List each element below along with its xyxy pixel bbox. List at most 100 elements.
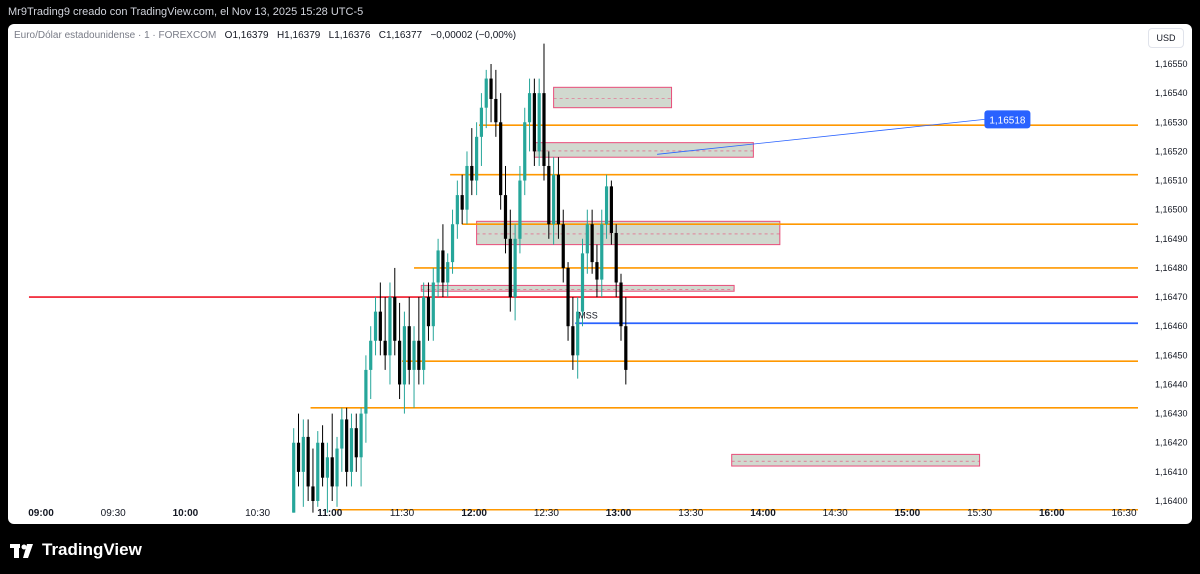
candle-body[interactable] [364,369,368,414]
candle-body[interactable] [609,186,613,233]
candle-body[interactable] [325,457,329,478]
snapshot-caption: Mr9Trading9 creado con TradingView.com, … [8,6,364,18]
y-tick-label: 1,16540 [1155,88,1188,98]
x-tick-label: 11:00 [317,508,342,519]
candle-body[interactable] [397,340,402,385]
candle-body[interactable] [345,419,349,472]
x-tick-label: 13:00 [606,508,632,519]
x-tick-label: 16:00 [1039,508,1065,519]
candle-body[interactable] [542,93,546,166]
tradingview-logo-icon [10,543,36,558]
y-tick-label: 1,16450 [1155,350,1188,360]
x-tick-label: 09:00 [28,508,54,519]
x-tick-label: 11:30 [390,508,415,519]
candle-body[interactable] [494,98,498,123]
candle-body[interactable] [566,267,570,327]
zone-box[interactable] [731,453,981,467]
candle-body[interactable] [484,78,488,108]
candle-body[interactable] [330,457,334,487]
candle-body[interactable] [585,224,589,254]
candle-body[interactable] [378,311,382,341]
candle-body[interactable] [527,93,532,123]
y-tick-label: 1,16490 [1155,234,1188,244]
candle-body[interactable] [306,436,310,487]
candle-body[interactable] [436,250,440,283]
candle-body[interactable] [335,448,339,487]
candle-body[interactable] [523,122,527,181]
candle-body[interactable] [475,136,479,181]
candle-body[interactable] [412,340,416,370]
price-axis[interactable]: 1,16550 1,16540 1,16530 1,16520 1,16510 1,165… [1155,59,1188,506]
candle-body[interactable] [426,297,431,327]
candle-body[interactable] [417,340,421,370]
candle-body[interactable] [292,442,296,513]
candle-body[interactable] [470,165,474,181]
x-tick-label: 13:30 [678,508,703,519]
candle-body[interactable] [561,224,565,268]
y-tick-label: 1,16430 [1155,409,1188,419]
candle-body[interactable] [373,311,378,341]
candle-body[interactable] [460,195,464,210]
zone-box[interactable] [420,284,735,292]
candle-body[interactable] [604,186,609,225]
tradingview-logo[interactable]: TradingView [10,540,142,560]
candle-body[interactable] [600,224,604,280]
candle-body[interactable] [388,297,392,356]
y-tick-label: 1,16530 [1155,117,1188,127]
candle-body[interactable] [422,297,426,370]
candle-body[interactable] [301,436,305,472]
x-tick-label: 12:00 [461,508,487,519]
candle-body[interactable] [340,419,344,449]
candle-body[interactable] [359,413,363,458]
candles-layer [292,43,628,513]
candle-body[interactable] [407,326,411,370]
candle-body[interactable] [446,262,450,283]
mss-label: MSS [578,310,598,320]
candle-body[interactable] [441,250,445,283]
candle-body[interactable] [316,442,320,501]
candle-body[interactable] [513,238,517,298]
x-tick-label: 10:00 [173,508,199,519]
candle-body[interactable] [537,93,541,152]
price-label-text: 1,16518 [989,115,1026,126]
candle-body[interactable] [614,232,618,283]
x-tick-label: 16:30 [1111,508,1136,519]
price-chart[interactable]: MSS1,16518 1,165501,165401,165301,165201… [8,24,1192,524]
candle-body[interactable] [518,180,522,239]
y-tick-label: 1,16550 [1155,59,1188,69]
candle-body[interactable] [393,297,397,341]
candle-body[interactable] [450,224,455,263]
candle-body[interactable] [320,442,325,478]
candle-body[interactable] [354,428,358,458]
candle-body[interactable] [499,122,503,196]
candle-body[interactable] [383,340,387,356]
candle-body[interactable] [595,262,599,280]
candle-body[interactable] [503,195,508,239]
chart-panel[interactable]: Euro/Dólar estadounidense · 1 · FOREXCOM… [8,24,1192,524]
candle-body[interactable] [580,253,585,312]
zone-box[interactable] [553,86,673,109]
candle-body[interactable] [431,282,435,327]
candle-body[interactable] [349,428,354,472]
y-tick-label: 1,16500 [1155,205,1188,215]
candle-body[interactable] [479,107,484,137]
candle-body[interactable] [552,174,556,225]
candle-body[interactable] [547,165,551,225]
candle-body[interactable] [556,174,561,225]
candle-body[interactable] [619,282,623,327]
candle-body[interactable] [369,340,373,370]
candle-body[interactable] [532,93,536,152]
candle-body[interactable] [402,326,407,385]
candle-body[interactable] [455,195,459,225]
candle-body[interactable] [296,442,301,472]
zone-box[interactable] [533,142,754,158]
candle-body[interactable] [624,326,628,370]
candle-body[interactable] [571,326,575,356]
candle-body[interactable] [508,238,512,298]
candle-body[interactable] [590,224,594,263]
y-tick-label: 1,16410 [1155,467,1188,477]
y-tick-label: 1,16460 [1155,321,1188,331]
candle-body[interactable] [489,78,493,99]
candle-body[interactable] [465,165,469,210]
candle-body[interactable] [311,486,315,501]
